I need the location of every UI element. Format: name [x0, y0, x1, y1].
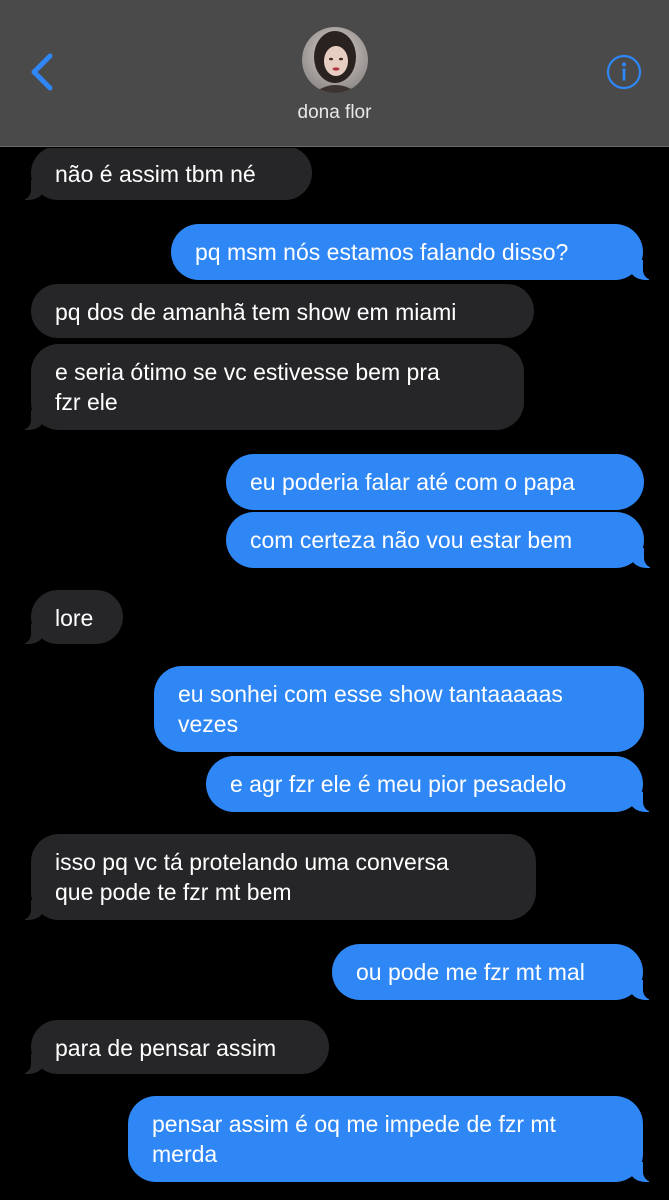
message-bubble-sent[interactable]: com certeza não vou estar bem — [226, 512, 654, 568]
avatar[interactable] — [302, 27, 368, 93]
message-bubble-sent[interactable]: eu poderia falar até com o papa — [226, 454, 644, 510]
back-button[interactable] — [24, 48, 64, 96]
message-bubble-received[interactable]: lore — [21, 590, 123, 644]
message-bubble-received[interactable]: para de pensar assim — [21, 1020, 329, 1074]
contact-name[interactable]: dona flor — [0, 102, 669, 124]
message-list[interactable]: não é assim tbm né pq msm nós estamos fa… — [0, 148, 669, 1200]
conversation-header: dona flor — [0, 0, 669, 147]
message-bubble-sent[interactable]: ou pode me fzr mt mal — [332, 944, 653, 1000]
message-bubble-received[interactable]: isso pq vc tá protelando uma conversa qu… — [21, 834, 536, 920]
info-icon — [606, 54, 642, 90]
chevron-left-icon — [31, 53, 53, 91]
message-bubble-received[interactable]: não é assim tbm né — [21, 148, 312, 200]
message-bubble-sent[interactable]: pq msm nós estamos falando disso? — [171, 224, 653, 280]
message-bubble-sent[interactable]: e agr fzr ele é meu pior pesadelo — [206, 756, 653, 812]
message-bubble-received[interactable]: pq dos de amanhã tem show em miami — [31, 284, 534, 338]
message-bubble-sent[interactable]: pensar assim é oq me impede de fzr mt me… — [128, 1096, 653, 1182]
message-bubble-sent[interactable]: eu sonhei com esse show tantaaaaas vezes — [154, 666, 644, 752]
info-button[interactable] — [606, 54, 642, 90]
message-bubble-received[interactable]: e seria ótimo se vc estivesse bem pra fz… — [21, 344, 524, 430]
